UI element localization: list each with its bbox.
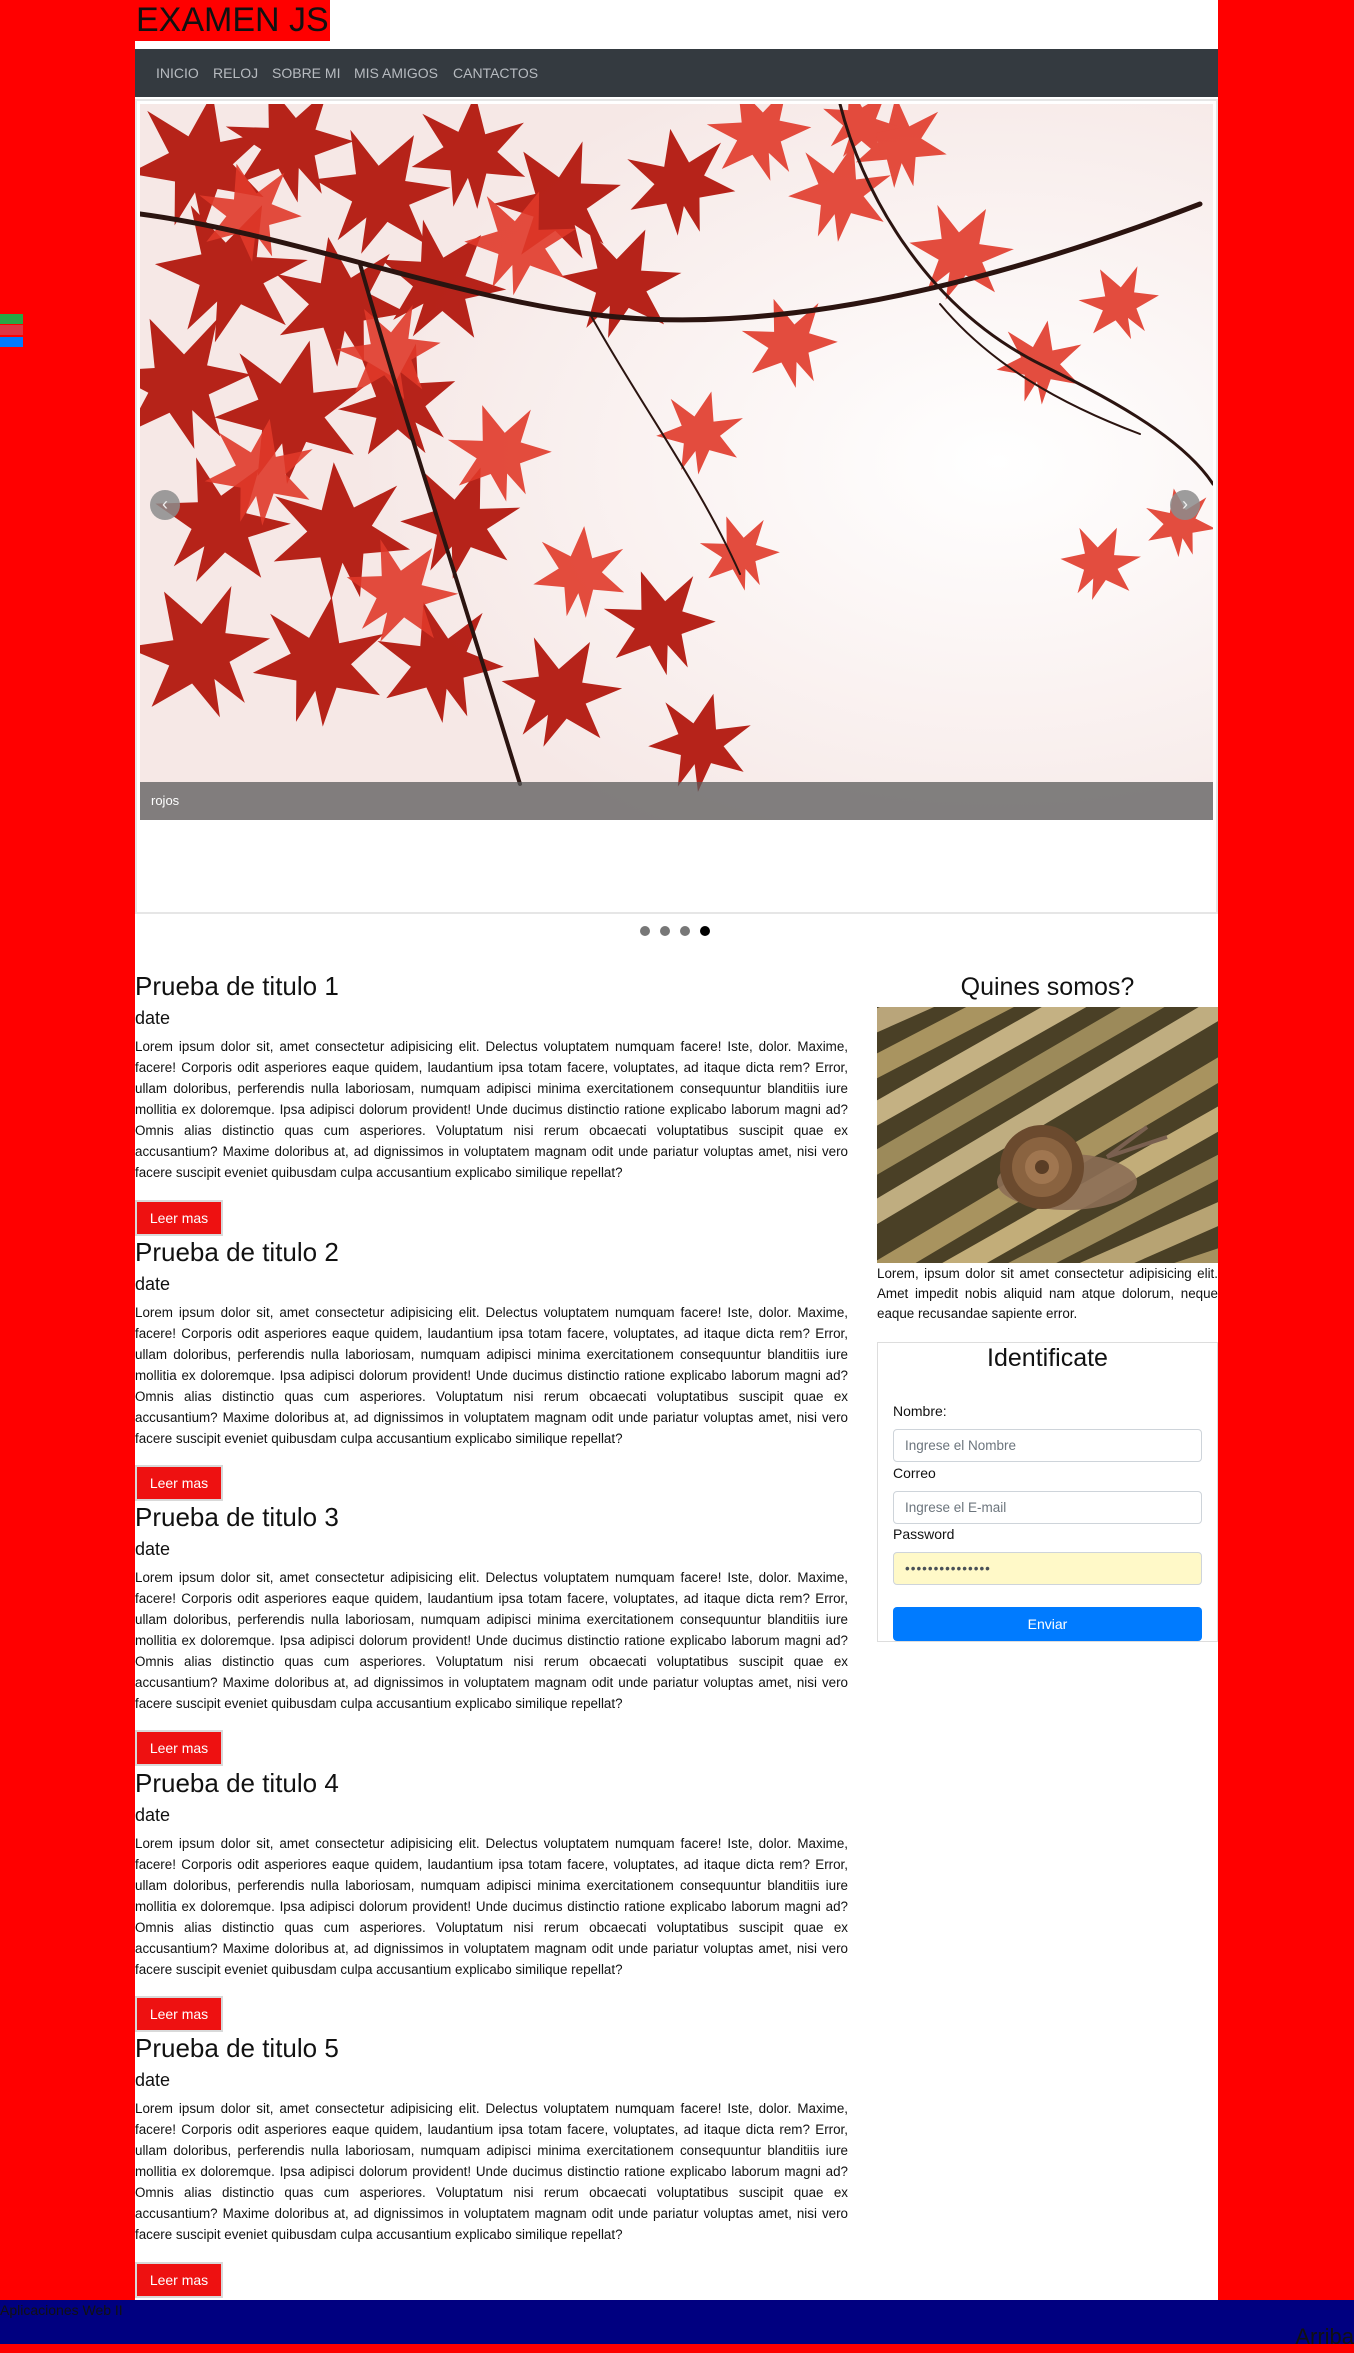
nav-item-reloj[interactable]: RELOJ xyxy=(213,49,258,97)
carousel-caption: rojos xyxy=(151,793,180,808)
post-body: Lorem ipsum dolor sit, amet consectetur … xyxy=(135,1305,848,1446)
post-card: Prueba de titulo 5 date Lorem ipsum dolo… xyxy=(135,2032,848,2298)
carousel-caption-bar: rojos xyxy=(140,782,1213,820)
password-input[interactable] xyxy=(893,1552,1202,1585)
post-card: Prueba de titulo 1 date Lorem ipsum dolo… xyxy=(135,970,848,1236)
side-widget-red[interactable] xyxy=(0,325,23,335)
chevron-right-icon: › xyxy=(1182,494,1188,514)
nav-item-sobre-mi[interactable]: SOBRE MI xyxy=(272,49,340,97)
post-body: Lorem ipsum dolor sit, amet consectetur … xyxy=(135,1836,848,1977)
back-to-top-link[interactable]: Arriba xyxy=(1295,2324,1354,2350)
snail-image xyxy=(877,1007,1218,1263)
post-card: Prueba de titulo 3 date Lorem ipsum dolo… xyxy=(135,1501,848,1766)
post-title: Prueba de titulo 2 xyxy=(135,1237,339,1267)
side-widget-green[interactable] xyxy=(0,314,23,324)
carousel-prev-button[interactable]: ‹ xyxy=(150,490,180,520)
post-date: date xyxy=(135,2070,171,2090)
footer: Aplicaciones Web II Arriba xyxy=(0,2300,1354,2349)
image-carousel: rojos ‹ › xyxy=(135,99,1218,914)
nav-item-mis-amigos[interactable]: MIS AMIGOS xyxy=(354,49,438,97)
post-card: Prueba de titulo 2 date Lorem ipsum dolo… xyxy=(135,1236,848,1501)
carousel-next-button[interactable]: › xyxy=(1170,490,1200,520)
footer-text: Aplicaciones Web II xyxy=(0,2302,123,2318)
side-widget-blue[interactable] xyxy=(0,337,23,347)
carousel-indicator-4[interactable] xyxy=(700,926,710,936)
post-date: date xyxy=(135,1274,171,1294)
name-label: Nombre: xyxy=(893,1403,947,1419)
login-form: Identificate Nombre: Correo Password Env… xyxy=(877,1342,1218,1642)
submit-button[interactable]: Enviar xyxy=(893,1607,1202,1641)
read-more-button[interactable]: Leer mas xyxy=(135,1996,223,2032)
carousel-indicator-3[interactable] xyxy=(680,926,690,936)
carousel-indicator-2[interactable] xyxy=(660,926,670,936)
name-input[interactable] xyxy=(893,1429,1202,1462)
post-card: Prueba de titulo 4 date Lorem ipsum dolo… xyxy=(135,1767,848,2032)
login-title: Identificate xyxy=(987,1344,1108,1372)
post-title: Prueba de titulo 1 xyxy=(135,971,339,1001)
sidebar: Quines somos? Lorem, ipsum dolor sit ame… xyxy=(877,970,1218,1642)
read-more-button[interactable]: Leer mas xyxy=(135,1465,223,1501)
post-body: Lorem ipsum dolor sit, amet consectetur … xyxy=(135,1039,848,1180)
slide-image-red-leaves xyxy=(140,104,1213,820)
read-more-button[interactable]: Leer mas xyxy=(135,1200,223,1236)
post-title: Prueba de titulo 3 xyxy=(135,1502,339,1532)
chevron-left-icon: ‹ xyxy=(162,494,168,514)
email-input[interactable] xyxy=(893,1491,1202,1524)
about-text: Lorem, ipsum dolor sit amet consectetur … xyxy=(877,1266,1218,1321)
post-date: date xyxy=(135,1539,171,1559)
email-label: Correo xyxy=(893,1465,936,1481)
post-title: Prueba de titulo 5 xyxy=(135,2033,339,2063)
post-date: date xyxy=(135,1008,171,1028)
post-body: Lorem ipsum dolor sit, amet consectetur … xyxy=(135,1570,848,1711)
post-body: Lorem ipsum dolor sit, amet consectetur … xyxy=(135,2101,848,2242)
page-container: EXAMEN JS INICIO RELOJ SOBRE MI MIS AMIG… xyxy=(135,0,1218,2300)
read-more-button[interactable]: Leer mas xyxy=(135,2262,223,2298)
read-more-button[interactable]: Leer mas xyxy=(135,1730,223,1766)
site-title: EXAMEN JS xyxy=(135,0,330,41)
nav-item-inicio[interactable]: INICIO xyxy=(156,49,199,97)
password-label: Password xyxy=(893,1526,955,1542)
about-title: Quines somos? xyxy=(960,973,1135,1001)
navbar: INICIO RELOJ SOBRE MI MIS AMIGOS CANTACT… xyxy=(135,49,1218,97)
nav-item-contactos[interactable]: CANTACTOS xyxy=(453,49,538,97)
post-date: date xyxy=(135,1805,171,1825)
carousel-indicator-1[interactable] xyxy=(640,926,650,936)
post-title: Prueba de titulo 4 xyxy=(135,1768,339,1798)
